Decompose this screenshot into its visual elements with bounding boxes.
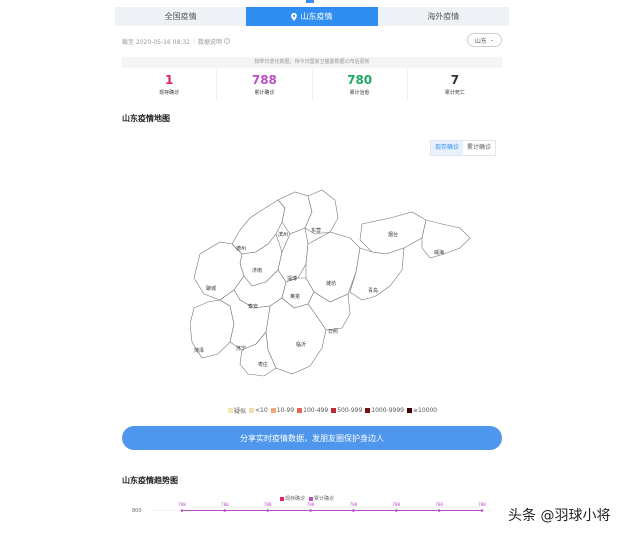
- update-info: 截至 2020-05-16 08:32 | 数据说明 ?: [122, 35, 502, 47]
- stat-label: 现存确诊: [159, 90, 180, 96]
- trend-section-title: 山东疫情趋势图: [122, 476, 178, 485]
- legend-label: 10-99: [276, 407, 295, 414]
- data-label: 788: [264, 502, 272, 507]
- map-label: 威海: [434, 249, 444, 256]
- map-mode-toggle: 现存确诊 累计确诊: [430, 140, 497, 156]
- legend-label: 100-499: [303, 407, 329, 414]
- map-label: 淄博: [287, 275, 297, 282]
- legend-label: 疑似: [234, 408, 247, 415]
- map-label: 泰安: [248, 303, 258, 310]
- data-label: 788: [221, 502, 229, 507]
- chevron-down-icon: ⌄: [489, 37, 495, 43]
- legend-label: ≥10000: [413, 407, 438, 414]
- stat-value: 1: [164, 73, 174, 87]
- legend-swatch: [331, 408, 337, 413]
- province-select[interactable]: 山东 ⌄: [467, 33, 502, 47]
- data-note-link[interactable]: 数据说明: [198, 37, 222, 46]
- map-label: 德州: [236, 245, 246, 252]
- top-indicator: [306, 0, 314, 3]
- data-label: 788: [435, 502, 443, 507]
- question-icon[interactable]: ?: [224, 38, 231, 44]
- map-label: 潍坊: [326, 280, 336, 287]
- tab-national[interactable]: 全国疫情: [115, 7, 246, 26]
- map-label: 聊城: [206, 285, 216, 292]
- stat-total-deaths: 7 累计死亡: [408, 70, 502, 100]
- legend-item: 1000-9999: [365, 407, 404, 414]
- stats-row: 1 现存确诊 788 累计确诊 780 累计治愈 7 累计死亡: [122, 70, 502, 100]
- stat-value: 7: [450, 73, 460, 87]
- map-label: 枣庄: [258, 361, 268, 368]
- data-point[interactable]: [309, 509, 312, 512]
- watermark: 头条 @羽球小将: [508, 508, 611, 524]
- data-point[interactable]: [352, 509, 355, 512]
- stat-current-confirmed: 1 现存确诊: [122, 70, 218, 100]
- stat-label: 累计治愈: [349, 90, 370, 96]
- map-label: 日照: [328, 329, 338, 335]
- legend-item: 10-99: [270, 407, 295, 414]
- stat-value: 780: [347, 73, 373, 87]
- legend-swatch: [297, 408, 303, 413]
- share-button[interactable]: 分享实时疫情数据，发朋友圈保护身边人: [122, 426, 502, 450]
- region-tabs: 全国疫情 山东疫情 海外疫情: [115, 7, 509, 26]
- stat-value: 788: [251, 73, 277, 87]
- legend-item: <10: [249, 407, 268, 414]
- province-select-value: 山东: [474, 37, 487, 45]
- update-timestamp: 截至 2020-05-16 08:32: [122, 38, 190, 46]
- data-label: 788: [478, 502, 486, 507]
- stat-label: 累计确诊: [254, 90, 275, 96]
- data-point[interactable]: [480, 509, 484, 512]
- map-region-weihai[interactable]: [421, 219, 471, 259]
- map-label: 济宁: [236, 345, 246, 352]
- data-point[interactable]: [437, 509, 441, 512]
- y-tick-label: 800: [132, 508, 142, 514]
- legend-swatch: [249, 408, 255, 413]
- location-pin-icon: [291, 12, 298, 21]
- legend-item: ≥10000: [407, 407, 437, 414]
- legend-label: 500-999: [337, 407, 363, 414]
- legend-swatch: [228, 408, 233, 413]
- map-label: 东营: [311, 227, 321, 234]
- map-label: 滨州: [278, 231, 288, 238]
- trend-chart: 800 788 788 788 788 788 788 788 788: [132, 502, 492, 514]
- tab-shandong[interactable]: 山东疫情: [246, 7, 378, 26]
- stat-total-cured: 780 累计治愈: [313, 70, 408, 100]
- map-label: 莱芜: [290, 293, 300, 300]
- data-point[interactable]: [180, 509, 184, 512]
- legend-swatch: [270, 408, 276, 413]
- data-point[interactable]: [223, 509, 227, 512]
- map-label: 济南: [252, 267, 262, 274]
- map-legend: 疑似 <10 10-99 100-499 500-999 1000-9999 ≥…: [228, 406, 440, 415]
- legend-swatch: [407, 408, 412, 413]
- tab-overseas-label: 海外疫情: [427, 12, 460, 21]
- tab-overseas[interactable]: 海外疫情: [378, 7, 509, 26]
- stat-total-confirmed: 788 累计确诊: [217, 70, 313, 100]
- update-notice: 较昨日变化数据，待今日国家卫健委数据公布后更新: [122, 57, 502, 68]
- legend-item: 疑似: [228, 406, 246, 415]
- data-label: 788: [178, 502, 186, 507]
- legend-item: 100-499: [297, 407, 328, 414]
- legend-label: <10: [255, 407, 268, 414]
- map-label: 菏泽: [194, 347, 204, 354]
- map-label: 青岛: [368, 287, 378, 294]
- map-label: 临沂: [296, 341, 306, 348]
- toggle-total-confirmed[interactable]: 累计确诊: [463, 141, 496, 155]
- legend-label: 1000-9999: [371, 407, 404, 414]
- map-section-title: 山东疫情地图: [122, 114, 170, 123]
- legend-item: 500-999: [331, 407, 362, 414]
- tab-national-label: 全国疫情: [164, 12, 197, 21]
- shandong-map: 德州 滨州 东营 烟台 威海 济南 淄博 潍坊 青岛 聊城 泰安 莱芜 日照 临…: [190, 189, 471, 377]
- map-label: 烟台: [388, 231, 398, 238]
- toggle-current-confirmed[interactable]: 现存确诊: [431, 141, 464, 155]
- tab-shandong-label: 山东疫情: [300, 12, 333, 21]
- data-point[interactable]: [394, 509, 398, 512]
- data-label: 788: [350, 502, 358, 507]
- legend-swatch: [365, 408, 371, 413]
- divider: |: [192, 37, 196, 45]
- data-label: 788: [307, 502, 315, 507]
- data-label: 788: [392, 502, 400, 507]
- stat-label: 累计死亡: [444, 90, 465, 96]
- data-point[interactable]: [266, 509, 270, 512]
